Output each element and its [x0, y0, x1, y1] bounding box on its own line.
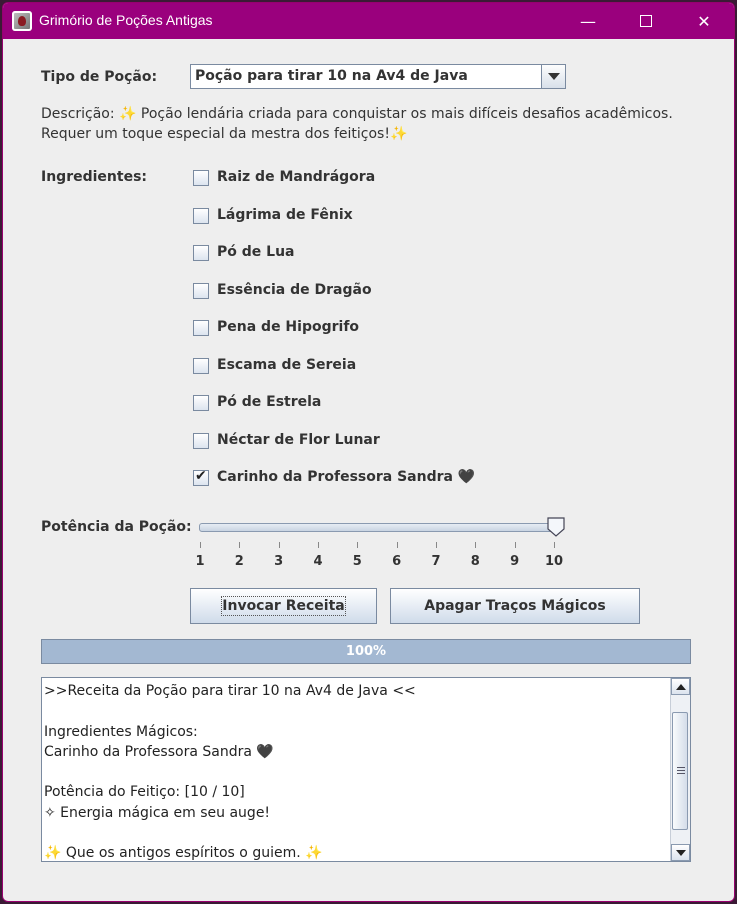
progress-label: 100%	[345, 644, 387, 659]
ingredient-label: Pó de Lua	[217, 244, 295, 260]
slider-tick-label: 3	[274, 554, 284, 569]
recipe-output-text: >>Receita da Poção para tirar 10 na Av4 …	[44, 681, 416, 862]
potency-slider-track[interactable]	[199, 523, 563, 532]
potion-type-label: Tipo de Poção:	[41, 69, 158, 85]
slider-tick-label: 5	[352, 554, 362, 569]
checkbox-icon[interactable]	[193, 468, 209, 486]
ingredient-label: Essência de Dragão	[217, 281, 372, 298]
maximize-icon	[640, 15, 652, 27]
checkbox-icon[interactable]	[193, 432, 209, 449]
slider-tick-label: 1	[195, 554, 205, 569]
slider-tick	[475, 542, 477, 548]
slider-tick	[436, 542, 437, 548]
maximize-button[interactable]	[623, 3, 669, 39]
scroll-grip	[677, 773, 685, 774]
output-line: >>Receita da Poção para tirar 10 na Av4 …	[44, 683, 416, 699]
checkbox-icon[interactable]	[193, 207, 209, 224]
chevron-down-icon[interactable]	[541, 65, 565, 88]
ingredient-label: Pena de Hipogrifo	[217, 319, 360, 335]
slider-tick	[200, 542, 201, 548]
output-line: ✧ Energia mágica em seu auge!	[44, 804, 271, 821]
scroll-thumb[interactable]	[672, 712, 688, 830]
slider-tick-label: 9	[510, 554, 520, 569]
slider-tick-label: 6	[392, 554, 402, 569]
ingredient-label: Escama de Sereia	[217, 356, 357, 373]
output-line: Ingredientes Mágicos:	[44, 723, 198, 740]
slider-tick-label: 10	[544, 554, 564, 569]
invoke-recipe-button[interactable]: Invocar Receita	[190, 588, 377, 624]
slider-tick-label: 2	[234, 554, 244, 569]
potency-label: Potência da Poção:	[41, 519, 192, 535]
slider-tick	[357, 542, 359, 548]
output-scrollbar[interactable]	[670, 678, 690, 861]
progress-bar: 100%	[41, 639, 691, 664]
erase-traces-label: Apagar Traços Mágicos	[424, 598, 606, 614]
potion-description: Descrição: ✨ Poção lendária criada para …	[41, 106, 673, 142]
output-line: Potência do Feitiço: [10 / 10]	[44, 784, 245, 801]
potion-type-selected: Poção para tirar 10 na Av4 de Java	[195, 68, 468, 84]
ingredient-label: Raiz de Mandrágora	[217, 169, 376, 185]
checkbox-icon[interactable]	[193, 320, 209, 336]
checkbox-icon[interactable]	[193, 170, 209, 186]
potion-type-select[interactable]: Poção para tirar 10 na Av4 de Java	[190, 64, 566, 89]
close-button[interactable]: ✕	[681, 3, 727, 39]
scroll-up-icon[interactable]	[671, 678, 690, 695]
erase-traces-button[interactable]: Apagar Traços Mágicos	[390, 588, 640, 624]
output-line: ✨ Que os antigos espíritos o guiem. ✨	[44, 845, 323, 862]
slider-tick	[514, 542, 516, 548]
checkbox-icon[interactable]	[193, 395, 209, 411]
checkbox-icon[interactable]	[193, 245, 209, 261]
ingredient-label: Carinho da Professora Sandra 🖤	[217, 469, 476, 485]
checkbox-icon[interactable]	[193, 357, 209, 374]
minimize-button[interactable]: —	[565, 3, 611, 39]
slider-tick	[239, 542, 241, 548]
slider-tick	[396, 542, 398, 548]
slider-tick-label: 8	[470, 554, 480, 569]
checkbox-icon[interactable]	[193, 282, 209, 299]
output-line: Carinho da Professora Sandra 🖤	[44, 743, 274, 760]
ingredient-label: Pó de Estrela	[217, 394, 322, 410]
ingredients-label: Ingredientes:	[41, 169, 147, 185]
slider-tick	[554, 542, 555, 548]
app-icon	[12, 11, 32, 31]
app-window: Grimório de Poções Antigas — ✕ Tipo de P…	[2, 2, 735, 902]
ingredient-label: Lágrima de Fênix	[217, 206, 353, 223]
invoke-recipe-label: Invocar Receita	[221, 596, 346, 616]
title-bar[interactable]: Grimório de Poções Antigas — ✕	[3, 3, 734, 39]
slider-tick	[278, 542, 280, 548]
scroll-grip	[677, 770, 685, 771]
recipe-output[interactable]: >>Receita da Poção para tirar 10 na Av4 …	[41, 677, 691, 862]
scroll-down-icon[interactable]	[671, 844, 690, 861]
slider-tick	[318, 542, 319, 548]
slider-tick-label: 4	[313, 554, 323, 569]
slider-tick-label: 7	[431, 554, 441, 569]
scroll-grip	[677, 767, 685, 768]
window-title: Grimório de Poções Antigas	[39, 12, 213, 28]
potency-slider-thumb[interactable]	[547, 517, 565, 537]
ingredient-label: Néctar de Flor Lunar	[217, 431, 380, 448]
